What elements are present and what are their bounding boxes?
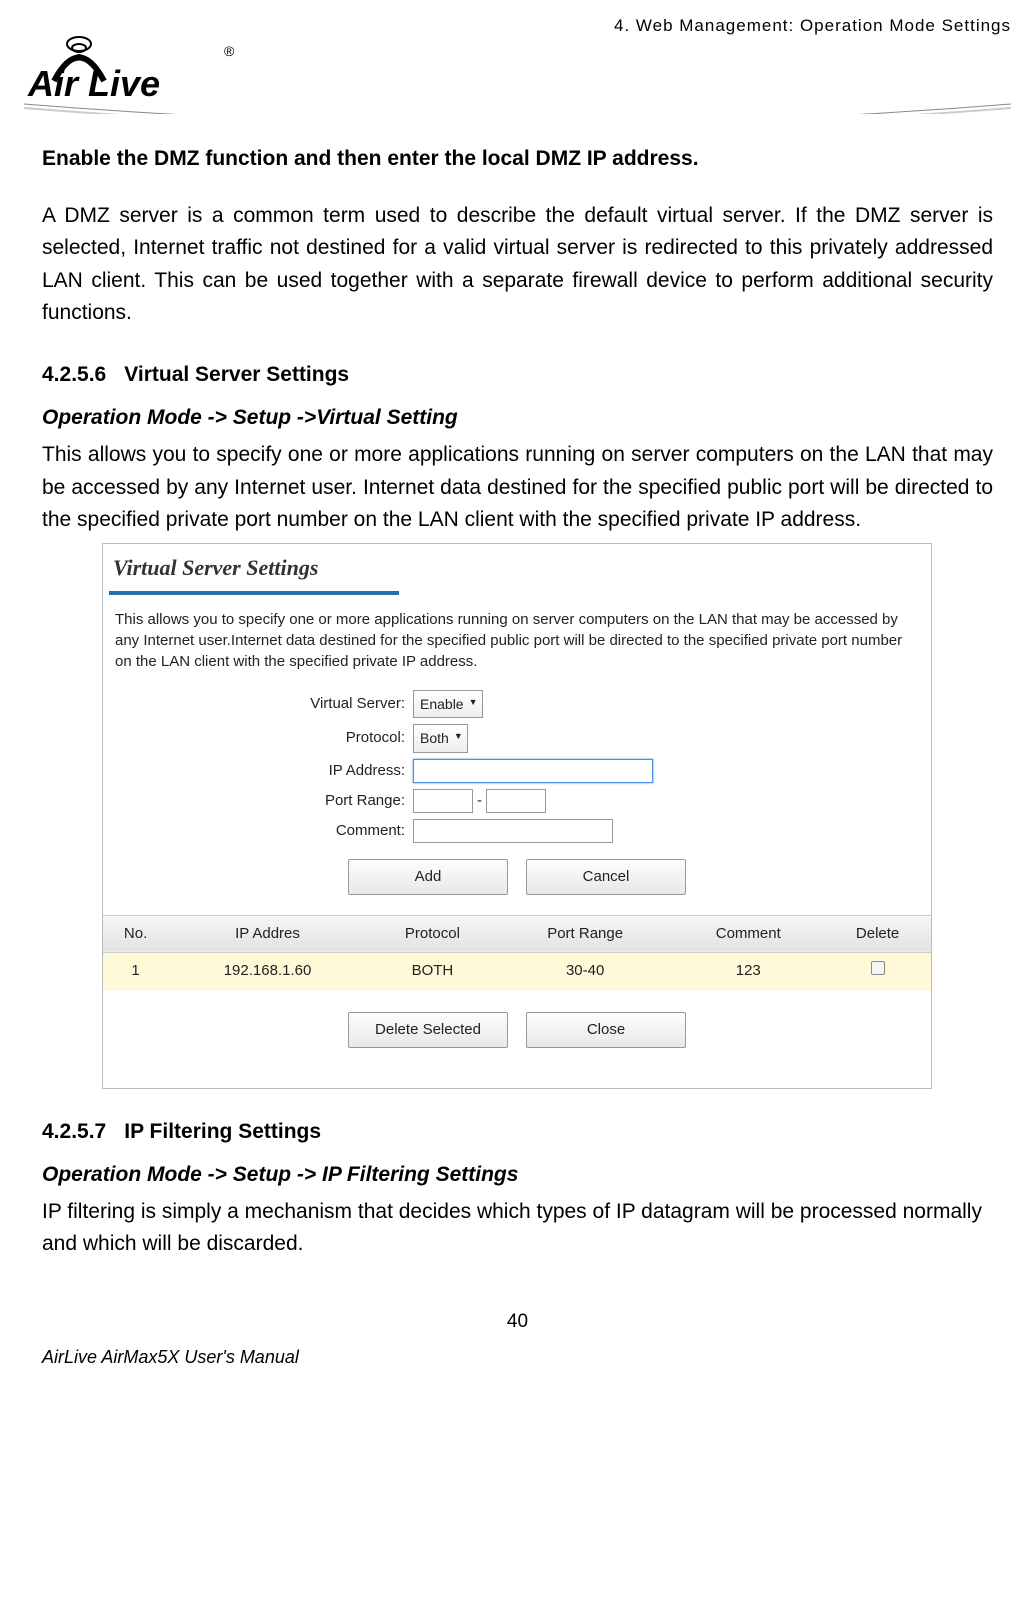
table-row: 1 192.168.1.60 BOTH 30-40 123 [103,952,931,989]
virtual-server-select[interactable]: Enable [413,690,483,718]
virtual-server-table: No. IP Addres Protocol Port Range Commen… [103,915,931,990]
port-from-input[interactable] [413,789,473,813]
dmz-heading: Enable the DMZ function and then enter t… [42,142,993,176]
svg-text:Air Live: Air Live [27,63,160,104]
cell-port: 30-40 [498,952,672,989]
dmz-paragraph: A DMZ server is a common term used to de… [42,200,993,330]
section-6-breadcrumb: Operation Mode -> Setup ->Virtual Settin… [42,401,993,435]
cell-protocol: BOTH [367,952,498,989]
delete-checkbox[interactable] [871,961,885,975]
ip-address-label: IP Address: [103,759,413,783]
section-4-2-5-6-heading: 4.2.5.6 Virtual Server Settings [42,358,993,392]
cell-comment: 123 [672,952,824,989]
cell-ip: 192.168.1.60 [168,952,367,989]
delete-selected-button[interactable]: Delete Selected [348,1012,508,1048]
virtual-server-panel: Virtual Server Settings This allows you … [102,543,932,1089]
comment-label: Comment: [103,819,413,843]
manual-title: AirLive AirMax5X User's Manual [42,1347,299,1368]
th-no: No. [103,915,168,952]
comment-input[interactable] [413,819,613,843]
cell-no: 1 [103,952,168,989]
section-6-paragraph: This allows you to specify one or more a… [42,439,993,537]
svg-text:®: ® [224,43,235,59]
protocol-label: Protocol: [103,726,413,750]
page-number: 40 [507,1311,528,1332]
th-port: Port Range [498,915,672,952]
section-4-2-5-7-heading: 4.2.5.7 IP Filtering Settings [42,1115,993,1149]
cell-delete [824,952,931,989]
close-button[interactable]: Close [526,1012,686,1048]
ip-address-input[interactable] [413,759,653,783]
th-ip: IP Addres [168,915,367,952]
section-num: 4.2.5.6 [42,358,106,392]
panel-title-underline [109,587,399,595]
panel-description: This allows you to specify one or more a… [103,601,931,684]
virtual-server-label: Virtual Server: [103,692,413,716]
brand-logo: Air Live ® [24,36,1011,106]
th-delete: Delete [824,915,931,952]
section-title: IP Filtering Settings [124,1120,321,1143]
panel-form: Virtual Server: Enable Protocol: Both IP… [103,690,931,1088]
cancel-button[interactable]: Cancel [526,859,686,895]
panel-title: Virtual Server Settings [103,544,931,587]
section-7-breadcrumb: Operation Mode -> Setup -> IP Filtering … [42,1158,993,1192]
port-range-label: Port Range: [103,789,413,813]
port-to-input[interactable] [486,789,546,813]
section-title: Virtual Server Settings [124,363,349,386]
add-button[interactable]: Add [348,859,508,895]
th-comment: Comment [672,915,824,952]
section-7-paragraph: IP filtering is simply a mechanism that … [42,1196,993,1261]
section-num: 4.2.5.7 [42,1115,106,1149]
port-range-separator: - [477,789,482,813]
protocol-select[interactable]: Both [413,724,468,752]
th-protocol: Protocol [367,915,498,952]
